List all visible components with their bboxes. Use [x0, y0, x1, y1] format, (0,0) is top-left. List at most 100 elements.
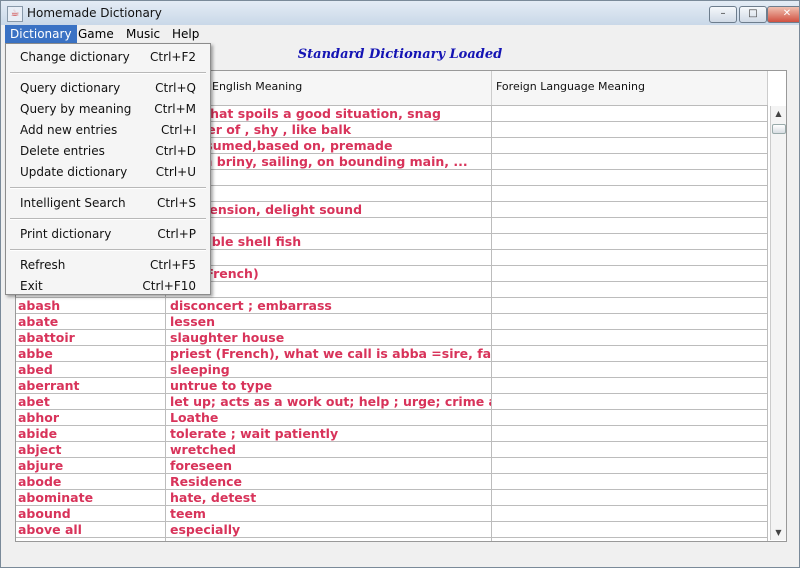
menu-game[interactable]: Game	[73, 25, 119, 43]
table-row[interactable]: abide tolerate ; wait patiently	[16, 426, 768, 442]
header-foreign-meaning[interactable]: Foreign Language Meaning	[492, 71, 768, 105]
english-meaning-cell[interactable]: foreseen	[166, 458, 492, 473]
word-cell[interactable]: abed	[16, 362, 166, 377]
word-cell[interactable]: abide	[16, 426, 166, 441]
english-meaning-cell[interactable]	[166, 186, 492, 201]
english-meaning-cell[interactable]: wretched	[166, 442, 492, 457]
english-meaning-cell[interactable]: Residence	[166, 474, 492, 489]
english-meaning-cell[interactable]: story	[166, 218, 492, 233]
foreign-meaning-cell[interactable]	[492, 538, 768, 541]
table-row[interactable]: abound teem	[16, 506, 768, 522]
menu-item-query-dictionary[interactable]: Query dictionary Ctrl+Q	[6, 78, 210, 98]
foreign-meaning-cell[interactable]	[492, 266, 768, 281]
foreign-meaning-cell[interactable]	[492, 426, 768, 441]
foreign-meaning-cell[interactable]	[492, 330, 768, 345]
foreign-meaning-cell[interactable]	[492, 474, 768, 489]
table-row[interactable]: abject wretched	[16, 442, 768, 458]
english-meaning-cell[interactable]: manner of , shy , like balk	[166, 122, 492, 137]
scroll-up-icon[interactable]: ▲	[771, 106, 786, 121]
table-row[interactable]: abbe priest (French), what we call is abb…	[16, 346, 768, 362]
word-cell[interactable]: aberrant	[16, 378, 166, 393]
english-meaning-cell[interactable]: ut on	[166, 250, 492, 265]
maximize-button[interactable]: □	[739, 6, 767, 23]
table-row[interactable]: above all especially	[16, 522, 768, 538]
menu-help[interactable]: Help	[167, 25, 204, 43]
foreign-meaning-cell[interactable]	[492, 154, 768, 169]
foreign-meaning-cell[interactable]	[492, 282, 768, 297]
menu-item-update-dictionary[interactable]: Update dictionary Ctrl+U	[6, 162, 210, 182]
foreign-meaning-cell[interactable]	[492, 346, 768, 361]
english-meaning-cell[interactable]: sleeping	[166, 362, 492, 377]
foreign-meaning-cell[interactable]	[492, 250, 768, 265]
english-meaning-cell[interactable]: teem	[166, 506, 492, 521]
word-cell[interactable]: abode	[16, 474, 166, 489]
scroll-thumb[interactable]	[772, 124, 786, 134]
english-meaning-cell[interactable]: ate	[166, 282, 492, 297]
menu-music[interactable]: Music	[121, 25, 165, 43]
foreign-meaning-cell[interactable]	[492, 138, 768, 153]
table-row[interactable]: abattoir slaughter house	[16, 330, 768, 346]
word-cell[interactable]: abattoir	[16, 330, 166, 345]
foreign-meaning-cell[interactable]	[492, 410, 768, 425]
english-meaning-cell[interactable]: price	[166, 170, 492, 185]
menu-item-query-by-meaning[interactable]: Query by meaning Ctrl+M	[6, 99, 210, 119]
table-row[interactable]: aberrant untrue to type	[16, 378, 768, 394]
english-meaning-cell[interactable]: vith (French)	[166, 266, 492, 281]
foreign-meaning-cell[interactable]	[492, 106, 768, 121]
table-row[interactable]	[16, 538, 768, 541]
close-button[interactable]: ✕	[767, 6, 799, 23]
foreign-meaning-cell[interactable]	[492, 202, 768, 217]
word-cell[interactable]: abject	[16, 442, 166, 457]
foreign-meaning-cell[interactable]	[492, 186, 768, 201]
english-meaning-cell[interactable]: disconcert ; embarrass	[166, 298, 492, 313]
foreign-meaning-cell[interactable]	[492, 298, 768, 313]
word-cell[interactable]: abominate	[16, 490, 166, 505]
table-row[interactable]: abominate hate, detest	[16, 490, 768, 506]
foreign-meaning-cell[interactable]	[492, 234, 768, 249]
word-cell[interactable]: abet	[16, 394, 166, 409]
word-cell[interactable]: abbe	[16, 346, 166, 361]
header-english-meaning[interactable]: English Meaning	[166, 71, 492, 105]
word-cell[interactable]: above all	[16, 522, 166, 537]
vertical-scrollbar[interactable]: ▲ ▼	[770, 106, 786, 540]
foreign-meaning-cell[interactable]	[492, 442, 768, 457]
title-bar[interactable]: ☕ Homemade Dictionary – □ ✕	[1, 1, 799, 26]
foreign-meaning-cell[interactable]	[492, 170, 768, 185]
menu-dictionary[interactable]: Dictionary	[5, 25, 77, 43]
foreign-meaning-cell[interactable]	[492, 314, 768, 329]
english-meaning-cell[interactable]: lessen	[166, 314, 492, 329]
table-row[interactable]: abed sleeping	[16, 362, 768, 378]
english-meaning-cell[interactable]: untrue to type	[166, 378, 492, 393]
english-meaning-cell[interactable]: up, on briny, sailing, on bounding main,…	[166, 154, 492, 169]
minimize-button[interactable]: –	[709, 6, 737, 23]
english-meaning-cell[interactable]: priest (French), what we call is abba =s…	[166, 346, 492, 361]
english-meaning-cell[interactable]: hate, detest	[166, 490, 492, 505]
word-cell[interactable]: abhor	[16, 410, 166, 425]
english-meaning-cell[interactable]: let up; acts as a work out; help ; urge;…	[166, 394, 492, 409]
foreign-meaning-cell[interactable]	[492, 218, 768, 233]
foreign-meaning-cell[interactable]	[492, 490, 768, 505]
table-row[interactable]: abate lessen	[16, 314, 768, 330]
english-meaning-cell[interactable]: ve,assumed,based on, premade	[166, 138, 492, 153]
english-meaning-cell[interactable]: item that spoils a good situation, snag	[166, 106, 492, 121]
table-row[interactable]: abet let up; acts as a work out; help ; u…	[16, 394, 768, 410]
table-row[interactable]: abode Residence	[16, 474, 768, 490]
word-cell[interactable]: abjure	[16, 458, 166, 473]
english-meaning-cell[interactable]: tolerate ; wait patiently	[166, 426, 492, 441]
table-row[interactable]: abash disconcert ; embarrass	[16, 298, 768, 314]
foreign-meaning-cell[interactable]	[492, 362, 768, 377]
menu-item-exit[interactable]: Exit Ctrl+F10	[6, 276, 210, 296]
word-cell[interactable]: abate	[16, 314, 166, 329]
word-cell[interactable]	[16, 538, 166, 541]
menu-item-change-dictionary[interactable]: Change dictionary Ctrl+F2	[6, 47, 210, 67]
foreign-meaning-cell[interactable]	[492, 394, 768, 409]
english-meaning-cell[interactable]	[166, 538, 492, 541]
word-cell[interactable]: abash	[16, 298, 166, 313]
word-cell[interactable]: abound	[16, 506, 166, 521]
english-meaning-cell[interactable]: Loathe	[166, 410, 492, 425]
table-row[interactable]: abhor Loathe	[16, 410, 768, 426]
menu-item-add-new-entries[interactable]: Add new entries Ctrl+I	[6, 120, 210, 140]
foreign-meaning-cell[interactable]	[492, 378, 768, 393]
foreign-meaning-cell[interactable]	[492, 506, 768, 521]
english-meaning-cell[interactable]: especially	[166, 522, 492, 537]
